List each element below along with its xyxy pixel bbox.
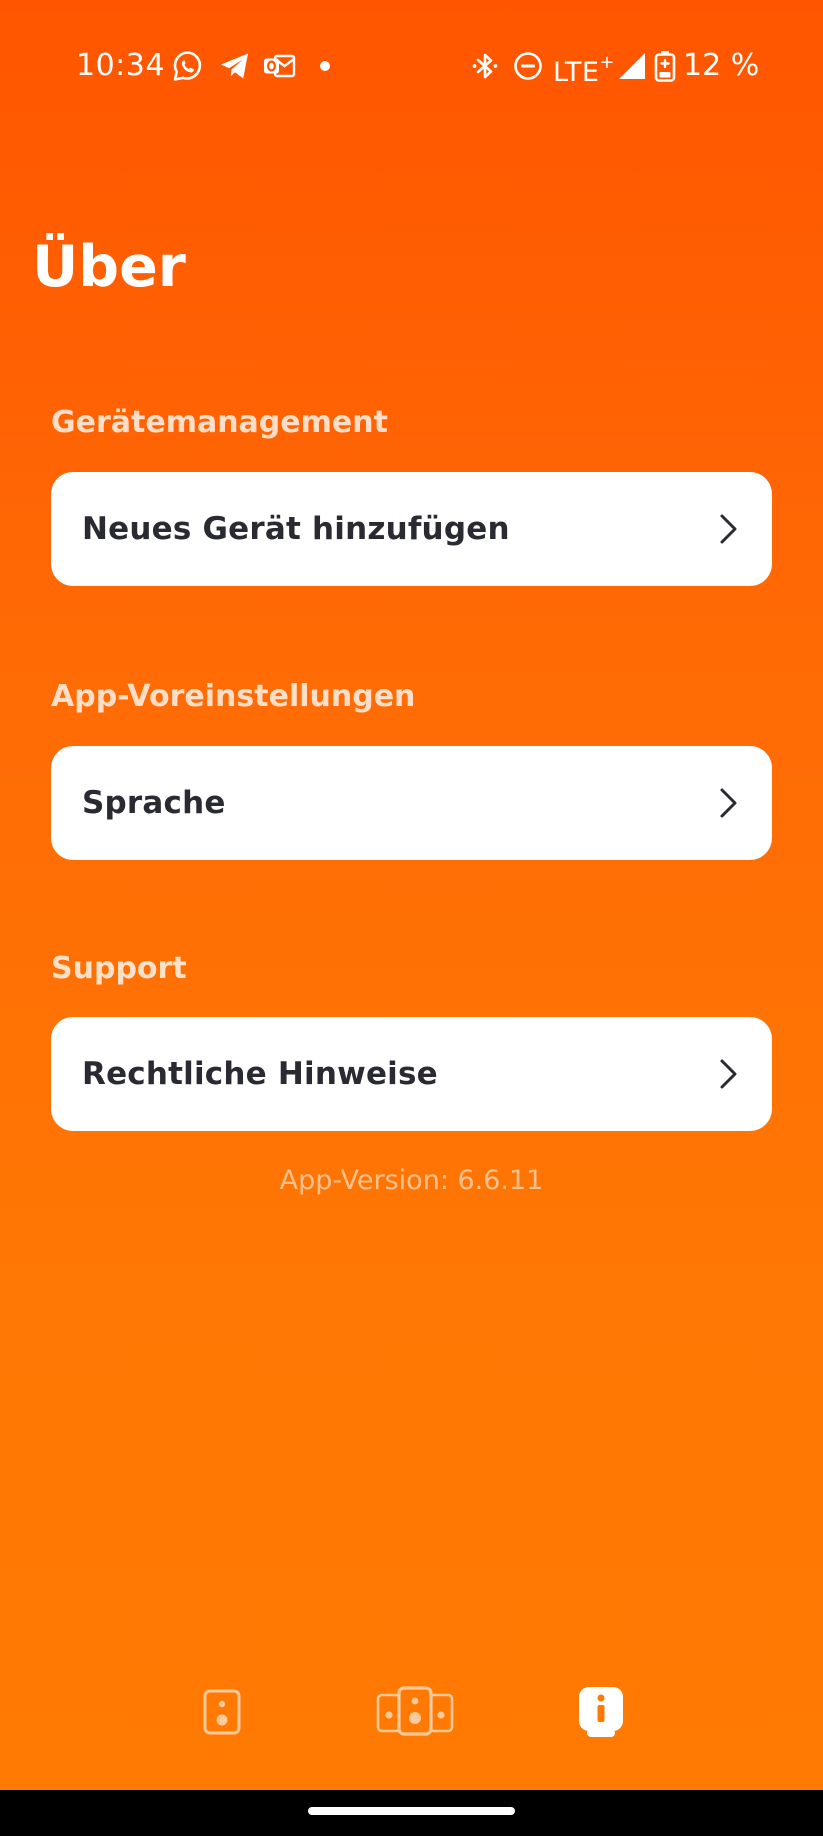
bottom-navigation bbox=[0, 1650, 823, 1790]
tab-single-speaker[interactable] bbox=[182, 1666, 262, 1766]
language-button[interactable]: Sprache bbox=[51, 746, 772, 860]
menu-item-label: Sprache bbox=[82, 785, 226, 821]
battery-charging-icon bbox=[654, 51, 676, 82]
menu-item-label: Rechtliche Hinweise bbox=[82, 1056, 438, 1092]
outlook-icon bbox=[264, 54, 296, 78]
info-icon bbox=[579, 1687, 623, 1731]
single-speaker-icon bbox=[203, 1689, 241, 1735]
network-type: LTE+ bbox=[553, 52, 615, 88]
notification-dot bbox=[320, 61, 330, 71]
whatsapp-icon bbox=[173, 51, 202, 81]
bluetooth-icon bbox=[472, 53, 498, 79]
menu-item-label: Neues Gerät hinzufügen bbox=[82, 511, 510, 547]
add-new-device-button[interactable]: Neues Gerät hinzufügen bbox=[51, 472, 772, 586]
legal-notices-button[interactable]: Rechtliche Hinweise bbox=[51, 1017, 772, 1131]
multi-speaker-icon bbox=[376, 1686, 454, 1736]
status-time: 10:34 bbox=[76, 48, 165, 83]
telegram-icon bbox=[221, 53, 248, 79]
page-title: Über bbox=[32, 234, 186, 300]
chevron-right-icon bbox=[720, 1059, 737, 1089]
do-not-disturb-icon bbox=[514, 52, 542, 80]
section-heading-device-management: Gerätemanagement bbox=[51, 405, 388, 440]
active-tab-indicator bbox=[587, 1729, 615, 1737]
tab-multi-speaker[interactable] bbox=[365, 1666, 465, 1766]
app-version: App-Version: 6.6.11 bbox=[279, 1165, 544, 1196]
status-bar: 10:34 LTE+ 12 % bbox=[0, 0, 823, 132]
section-heading-app-preferences: App-Voreinstellungen bbox=[51, 679, 416, 714]
signal-icon bbox=[619, 53, 645, 79]
section-heading-support: Support bbox=[51, 951, 187, 986]
tab-info[interactable] bbox=[561, 1666, 641, 1766]
system-navigation-bar bbox=[0, 1790, 823, 1836]
battery-level: 12 % bbox=[683, 48, 760, 83]
chevron-right-icon bbox=[720, 514, 737, 544]
chevron-right-icon bbox=[720, 788, 737, 818]
gesture-handle[interactable] bbox=[308, 1807, 515, 1815]
